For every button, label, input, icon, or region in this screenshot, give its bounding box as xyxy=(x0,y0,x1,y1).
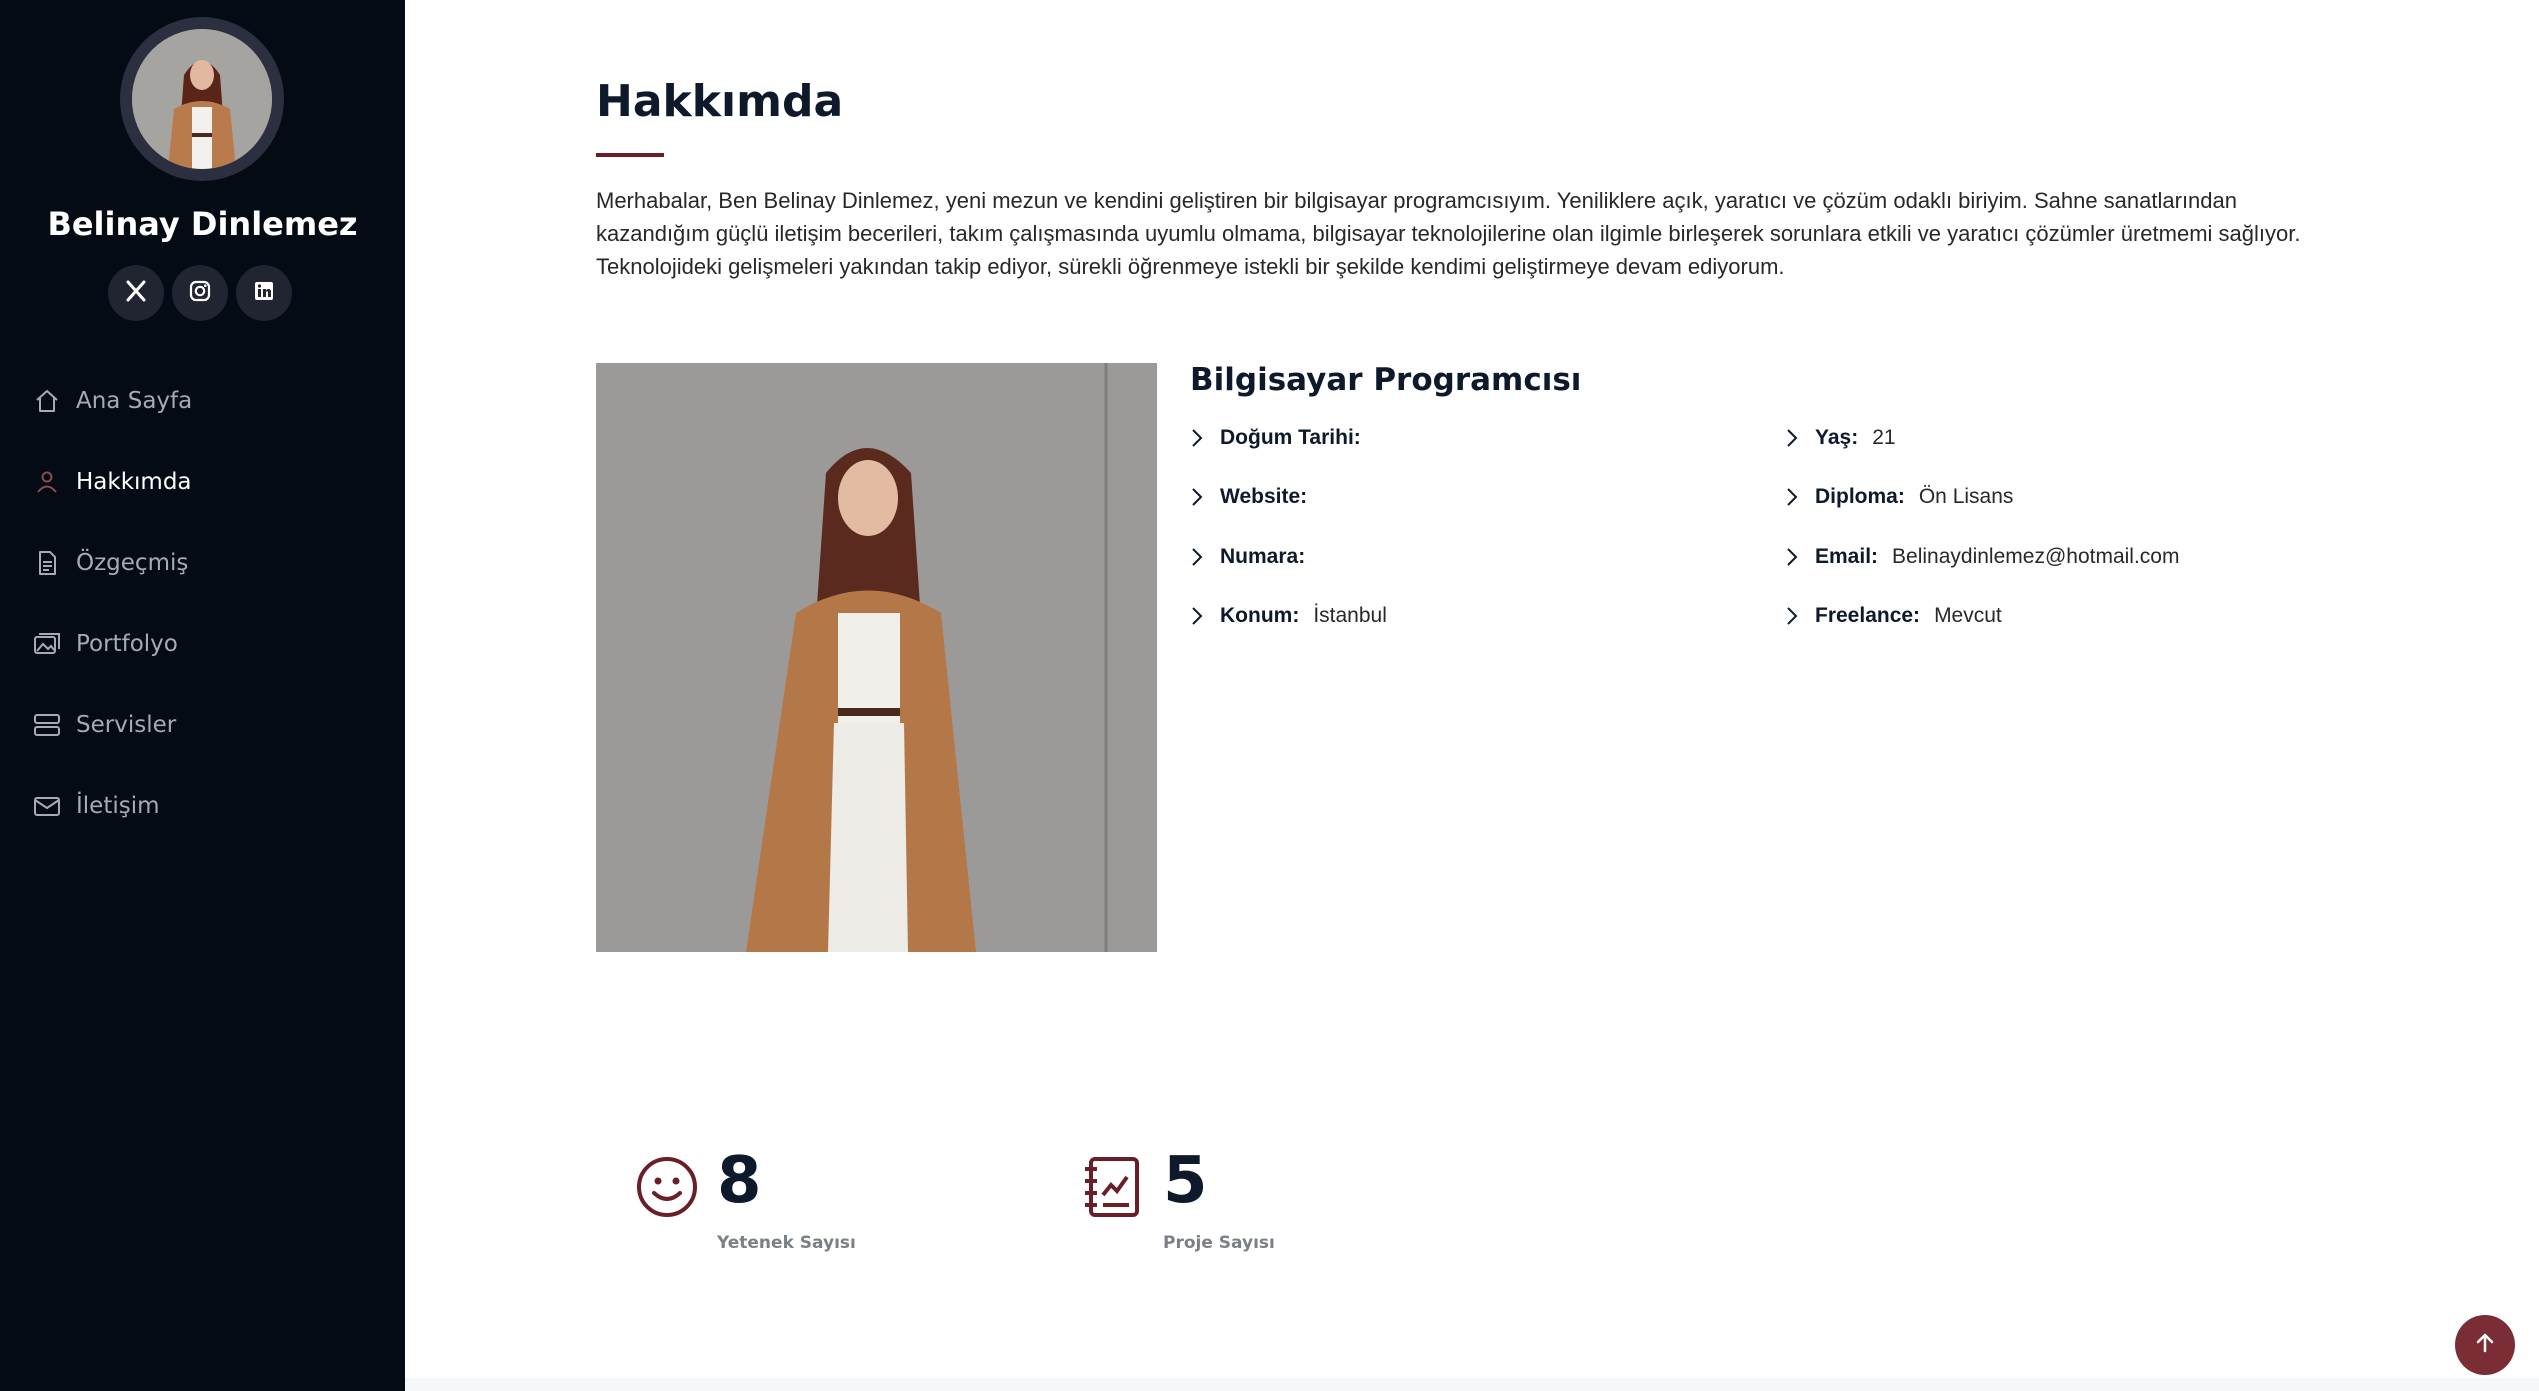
nav-label: Portfolyo xyxy=(76,630,178,657)
info-label: Konum: xyxy=(1220,604,1300,628)
instagram-link[interactable] xyxy=(172,265,228,321)
chevron-right-icon xyxy=(1785,606,1809,626)
arrow-up-icon xyxy=(2473,1331,2497,1360)
info-value: Mevcut xyxy=(1934,604,2002,628)
info-label: Doğum Tarihi: xyxy=(1220,425,1361,449)
profile-photo xyxy=(596,363,1157,952)
info-label: Website: xyxy=(1220,485,1308,509)
nav-label: Özgeçmiş xyxy=(76,549,189,576)
info-list-left: Doğum Tarihi: Website: Numara: Konum: İs… xyxy=(1190,408,1750,646)
chevron-right-icon xyxy=(1785,547,1809,567)
info-value: Belinaydinlemez@hotmail.com xyxy=(1892,544,2180,568)
info-label: Email: xyxy=(1815,544,1879,568)
images-icon xyxy=(32,629,62,659)
counter-value: 8 xyxy=(717,1144,762,1218)
server-icon xyxy=(32,710,62,740)
counter-value: 5 xyxy=(1163,1144,1208,1218)
info-phone: Numara: xyxy=(1190,527,1750,587)
x-twitter-icon xyxy=(124,279,148,308)
info-label: Freelance: xyxy=(1815,604,1921,628)
instagram-icon xyxy=(188,279,212,308)
info-diploma: Diploma: Ön Lisans xyxy=(1785,468,2385,528)
info-website: Website: xyxy=(1190,468,1750,528)
info-location: Konum: İstanbul xyxy=(1190,587,1750,647)
back-to-top-button[interactable] xyxy=(2455,1315,2515,1375)
about-text: Merhabalar, Ben Belinay Dinlemez, yeni m… xyxy=(596,188,2301,279)
counter-label: Yetenek Sayısı xyxy=(717,1233,856,1253)
main-content: Hakkımda Merhabalar, Ben Belinay Dinleme… xyxy=(405,0,2539,1391)
nav-label: Hakkımda xyxy=(76,468,192,495)
info-email: Email: Belinaydinlemez@hotmail.com xyxy=(1785,527,2385,587)
nav-label: Ana Sayfa xyxy=(76,387,193,414)
sidebar: Belinay Dinlemez Ana Sayfa Hakkımda Özge… xyxy=(0,0,405,1391)
section-title: Hakkımda xyxy=(596,76,844,127)
linkedin-link[interactable] xyxy=(236,265,292,321)
envelope-icon xyxy=(32,791,62,821)
file-text-icon xyxy=(32,548,62,578)
chevron-right-icon xyxy=(1190,547,1214,567)
profile-name: Belinay Dinlemez xyxy=(47,205,358,243)
info-freelance: Freelance: Mevcut xyxy=(1785,587,2385,647)
chevron-right-icon xyxy=(1785,428,1809,448)
info-label: Diploma: xyxy=(1815,485,1905,509)
x-twitter-link[interactable] xyxy=(108,265,164,321)
nav-item-portfolyo[interactable]: Portfolyo xyxy=(32,603,392,684)
info-value: 21 xyxy=(1872,425,1896,449)
info-value: Ön Lisans xyxy=(1918,485,2014,509)
social-links xyxy=(108,265,292,321)
counter-label: Proje Sayısı xyxy=(1163,1233,1275,1253)
home-icon xyxy=(32,386,62,416)
info-age: Yaş: 21 xyxy=(1785,408,2385,468)
next-section-edge xyxy=(405,1378,2539,1391)
smiley-icon xyxy=(635,1155,699,1224)
info-birthdate: Doğum Tarihi: xyxy=(1190,408,1750,468)
nav-item-ana-sayfa[interactable]: Ana Sayfa xyxy=(32,360,392,441)
info-list-right: Yaş: 21 Diploma: Ön Lisans Email: Belina… xyxy=(1785,408,2385,646)
person-icon xyxy=(32,467,62,497)
role-title: Bilgisayar Programcısı xyxy=(1190,362,1582,398)
nav-item-hakkimda[interactable]: Hakkımda xyxy=(32,441,392,522)
title-underline xyxy=(596,153,664,157)
info-value: İstanbul xyxy=(1313,604,1387,628)
nav-label: Servisler xyxy=(76,711,177,738)
chevron-right-icon xyxy=(1785,487,1809,507)
nav-item-servisler[interactable]: Servisler xyxy=(32,684,392,765)
journal-icon xyxy=(1081,1155,1145,1224)
info-label: Numara: xyxy=(1220,544,1306,568)
info-label: Yaş: xyxy=(1815,425,1859,449)
chevron-right-icon xyxy=(1190,606,1214,626)
nav-menu: Ana Sayfa Hakkımda Özgeçmiş Portfolyo Se… xyxy=(32,360,392,846)
linkedin-icon xyxy=(252,279,276,308)
nav-label: İletişim xyxy=(76,792,160,819)
avatar-ring xyxy=(120,17,284,181)
chevron-right-icon xyxy=(1190,487,1214,507)
nav-item-ozgecmis[interactable]: Özgeçmiş xyxy=(32,522,392,603)
avatar[interactable] xyxy=(132,29,272,169)
chevron-right-icon xyxy=(1190,428,1214,448)
nav-item-iletisim[interactable]: İletişim xyxy=(32,765,392,846)
